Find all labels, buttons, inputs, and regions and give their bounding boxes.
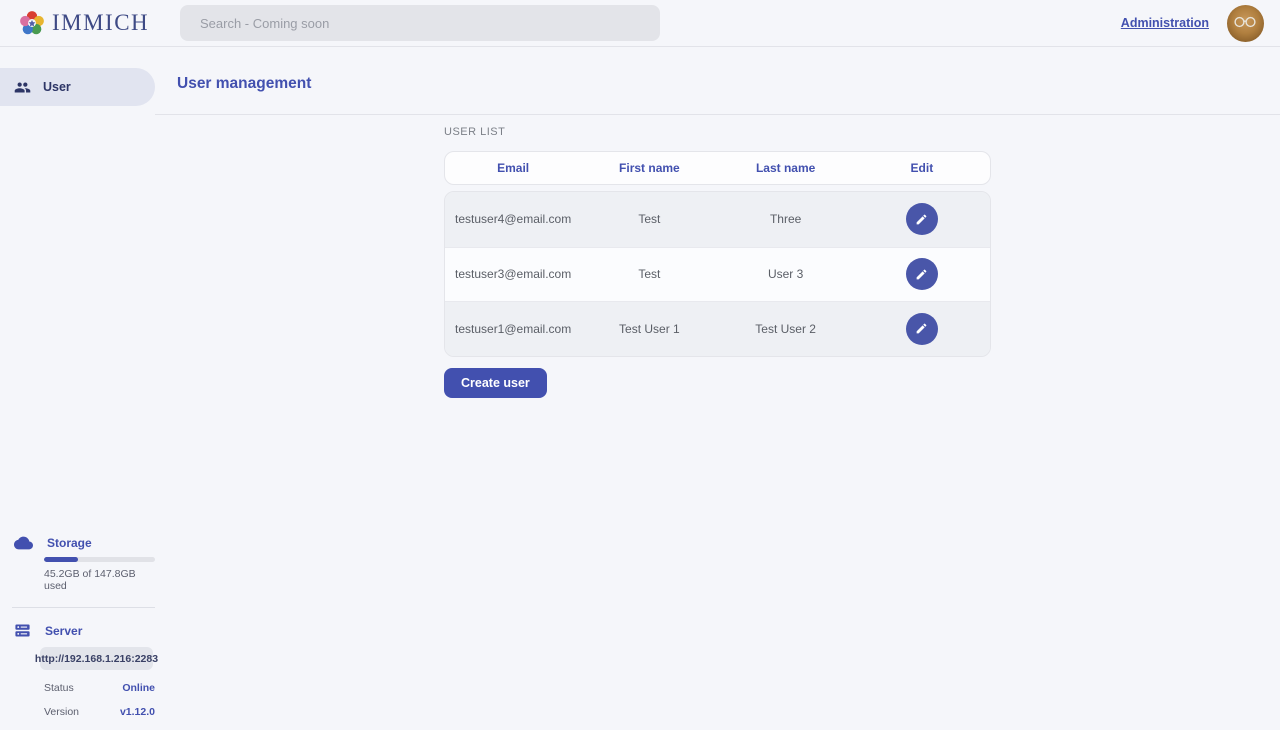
table-cell: Test bbox=[581, 267, 717, 281]
table-header-row: EmailFirst nameLast nameEdit bbox=[444, 151, 991, 185]
storage-title: Storage bbox=[47, 536, 92, 550]
table-cell: User 3 bbox=[718, 267, 854, 281]
table-body: testuser4@email.comTestThreetestuser3@em… bbox=[444, 191, 991, 357]
table-cell: Test bbox=[581, 212, 717, 226]
cloud-icon bbox=[14, 536, 33, 550]
edit-user-button[interactable] bbox=[906, 258, 938, 290]
status-label: Status bbox=[44, 682, 74, 694]
edit-cell bbox=[854, 258, 990, 290]
table-row: testuser3@email.comTestUser 3 bbox=[445, 247, 990, 302]
server-icon bbox=[14, 622, 31, 639]
column-header: Email bbox=[445, 161, 581, 175]
top-navbar: IMMICH Administration bbox=[0, 0, 1280, 47]
immich-flower-icon bbox=[18, 9, 46, 37]
version-value: v1.12.0 bbox=[120, 706, 155, 718]
column-header: Last name bbox=[718, 161, 854, 175]
logo-text: IMMICH bbox=[52, 10, 149, 36]
storage-progress-bar bbox=[44, 557, 155, 562]
create-user-button[interactable]: Create user bbox=[444, 368, 547, 398]
sidebar-divider bbox=[12, 607, 155, 608]
server-section-header: Server bbox=[0, 622, 155, 639]
table-row: testuser1@email.comTest User 1Test User … bbox=[445, 301, 990, 356]
server-version-row: Version v1.12.0 bbox=[44, 694, 155, 718]
user-list-label: USER LIST bbox=[444, 126, 991, 138]
immich-logo[interactable]: IMMICH bbox=[0, 9, 180, 37]
storage-progress-fill bbox=[44, 557, 78, 562]
status-value: Online bbox=[122, 682, 155, 694]
edit-cell bbox=[854, 203, 990, 235]
table-cell: Three bbox=[718, 212, 854, 226]
main-content: User management USER LIST EmailFirst nam… bbox=[155, 47, 1280, 730]
pencil-icon bbox=[915, 268, 928, 281]
user-avatar[interactable] bbox=[1227, 5, 1264, 42]
server-title: Server bbox=[45, 624, 82, 638]
version-label: Version bbox=[44, 706, 79, 718]
storage-usage-text: 45.2GB of 147.8GB used bbox=[44, 568, 155, 592]
search-input[interactable] bbox=[180, 5, 660, 41]
table-cell: testuser3@email.com bbox=[445, 267, 581, 281]
edit-user-button[interactable] bbox=[906, 313, 938, 345]
storage-section-header: Storage bbox=[0, 536, 155, 550]
user-list-section: USER LIST EmailFirst nameLast nameEdit t… bbox=[444, 115, 991, 398]
administration-link[interactable]: Administration bbox=[1121, 16, 1209, 30]
table-cell: testuser4@email.com bbox=[445, 212, 581, 226]
sidebar: User Storage 45.2GB of 147.8GB used bbox=[0, 47, 155, 730]
pencil-icon bbox=[915, 322, 928, 335]
table-cell: Test User 1 bbox=[581, 322, 717, 336]
column-header: First name bbox=[581, 161, 717, 175]
glasses-icon bbox=[1234, 16, 1257, 28]
sidebar-item-label: User bbox=[43, 80, 71, 94]
sidebar-bottom: Storage 45.2GB of 147.8GB used Server ht… bbox=[0, 536, 155, 730]
pencil-icon bbox=[915, 213, 928, 226]
table-row: testuser4@email.comTestThree bbox=[445, 192, 990, 247]
sidebar-item-user[interactable]: User bbox=[0, 68, 155, 106]
page-title: User management bbox=[155, 47, 1280, 93]
table-cell: Test User 2 bbox=[718, 322, 854, 336]
edit-user-button[interactable] bbox=[906, 203, 938, 235]
users-icon bbox=[14, 79, 31, 96]
server-url-chip: http://192.168.1.216:2283 bbox=[40, 647, 153, 670]
table-cell: testuser1@email.com bbox=[445, 322, 581, 336]
edit-cell bbox=[854, 313, 990, 345]
server-status-row: Status Online bbox=[44, 670, 155, 694]
column-header: Edit bbox=[854, 161, 990, 175]
